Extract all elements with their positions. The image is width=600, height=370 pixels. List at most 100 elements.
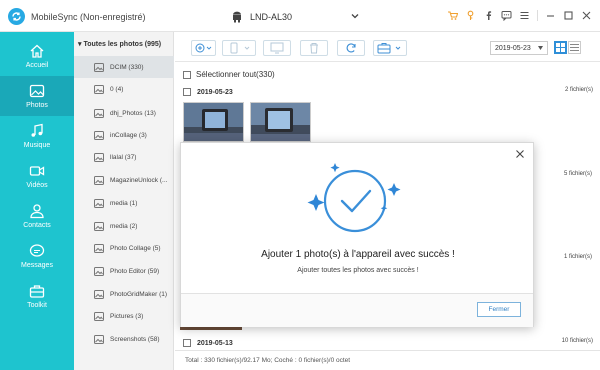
folder-item[interactable]: dhj_Photos (13) bbox=[74, 102, 174, 124]
folder-label: inCollage (3) bbox=[110, 131, 147, 139]
export-pc-button[interactable] bbox=[263, 40, 291, 56]
nav-label: Messages bbox=[21, 262, 53, 269]
nav-label: Toolkit bbox=[27, 302, 47, 309]
photo-image bbox=[184, 103, 243, 141]
delete-button[interactable] bbox=[300, 40, 328, 56]
menu-icon[interactable] bbox=[519, 10, 530, 21]
folder-label: Pictures (3) bbox=[110, 312, 144, 320]
folder-tree-header[interactable]: ▾ Toutes les photos (995) bbox=[78, 40, 161, 48]
toolbox-icon bbox=[377, 43, 401, 54]
date-group-header: 2019-05-23 2 fichier(s) bbox=[183, 86, 593, 98]
maximize-icon[interactable] bbox=[563, 10, 574, 21]
title-separator bbox=[537, 10, 538, 21]
contacts-icon bbox=[30, 204, 44, 219]
folder-item[interactable]: media (2) bbox=[74, 215, 174, 237]
app-logo-icon bbox=[8, 8, 25, 25]
folder-item[interactable]: PhotoGridMaker (1) bbox=[74, 283, 174, 305]
close-icon[interactable] bbox=[515, 149, 525, 159]
list-view-button[interactable] bbox=[568, 41, 581, 54]
folder-header-label: Toutes les photos (995) bbox=[83, 41, 162, 48]
grid-view-button[interactable] bbox=[554, 41, 567, 54]
nav-item-accueil[interactable]: Accueil bbox=[0, 36, 74, 76]
group-count: 1 fichier(s) bbox=[563, 254, 592, 260]
home-icon bbox=[30, 44, 44, 58]
folder-item[interactable]: Photo Editor (59) bbox=[74, 260, 174, 282]
photos-icon bbox=[29, 84, 45, 98]
add-icon bbox=[195, 43, 211, 53]
group-count: 5 fichier(s) bbox=[563, 171, 592, 177]
status-bar: Total : 330 fichier(s)/92.17 Mo; Coché :… bbox=[175, 350, 600, 370]
folder-item[interactable]: DCIM (330) bbox=[74, 56, 174, 78]
folder-item[interactable]: inCollage (3) bbox=[74, 124, 174, 146]
select-all-row[interactable]: Sélectionner tout(330) bbox=[183, 70, 275, 79]
group-count: 2 fichier(s) bbox=[564, 87, 593, 93]
date-group-header: 2019-05-13 10 fichier(s) bbox=[183, 337, 593, 349]
folder-label: Photo Collage (5) bbox=[110, 244, 161, 252]
photo-thumbnail[interactable] bbox=[250, 102, 311, 142]
messages-icon bbox=[29, 244, 45, 257]
close-dialog-button[interactable]: Fermer bbox=[477, 302, 521, 317]
image-icon bbox=[94, 311, 104, 321]
facebook-icon[interactable] bbox=[483, 10, 494, 21]
chat-icon[interactable] bbox=[501, 10, 512, 21]
group-count: 10 fichier(s) bbox=[561, 338, 593, 344]
key-icon[interactable] bbox=[465, 10, 476, 21]
minimize-icon[interactable] bbox=[545, 10, 556, 21]
triangle-down-icon bbox=[538, 46, 543, 50]
folder-item[interactable]: Photo Collage (5) bbox=[74, 237, 174, 259]
folder-label: media (1) bbox=[110, 199, 138, 207]
left-nav: Accueil Photos Musique Vidéos Contacts M… bbox=[0, 32, 74, 370]
photo-image bbox=[251, 103, 310, 141]
image-icon bbox=[94, 152, 104, 162]
nav-item-musique[interactable]: Musique bbox=[0, 116, 74, 156]
folder-item[interactable]: Pictures (3) bbox=[74, 305, 174, 327]
nav-item-contacts[interactable]: Contacts bbox=[0, 196, 74, 236]
list-icon bbox=[570, 44, 579, 51]
dialog-subtitle: Ajouter toutes les photos avec succès ! bbox=[297, 267, 419, 274]
folder-label: PhotoGridMaker (1) bbox=[110, 290, 168, 298]
close-icon[interactable] bbox=[581, 10, 592, 21]
image-icon bbox=[94, 175, 104, 185]
group-date: 2019-05-23 bbox=[197, 88, 233, 96]
select-all-checkbox[interactable] bbox=[183, 70, 191, 79]
folder-label: Photo Editor (59) bbox=[110, 267, 160, 275]
trash-icon bbox=[310, 43, 318, 54]
image-icon bbox=[94, 84, 104, 94]
chevron-down-icon bbox=[351, 14, 359, 19]
export-device-button[interactable] bbox=[222, 40, 256, 56]
refresh-button[interactable] bbox=[337, 40, 365, 56]
nav-item-toolkit[interactable]: Toolkit bbox=[0, 276, 74, 316]
cart-icon[interactable] bbox=[447, 10, 458, 21]
title-bar: MobileSync (Non-enregistré) LND-AL30 bbox=[0, 0, 600, 32]
date-filter-select[interactable]: 2019-05-23 bbox=[490, 41, 548, 55]
status-text: Total : 330 fichier(s)/92.17 Mo; Coché :… bbox=[185, 357, 351, 364]
image-icon bbox=[94, 289, 104, 299]
grid-icon bbox=[556, 43, 565, 52]
nav-item-messages[interactable]: Messages bbox=[0, 236, 74, 276]
toolkit-icon bbox=[29, 285, 45, 298]
add-button[interactable] bbox=[191, 40, 216, 56]
group-checkbox[interactable] bbox=[183, 88, 191, 96]
folder-item[interactable]: llalal (37) bbox=[74, 146, 174, 168]
image-icon bbox=[94, 266, 104, 276]
toolbox-button[interactable] bbox=[373, 40, 407, 56]
device-name: LND-AL30 bbox=[250, 12, 293, 22]
nav-item-videos[interactable]: Vidéos bbox=[0, 156, 74, 196]
group-checkbox[interactable] bbox=[183, 339, 191, 347]
nav-item-photos[interactable]: Photos bbox=[0, 76, 74, 116]
folder-label: DCIM (330) bbox=[110, 63, 144, 71]
folder-label: llalal (37) bbox=[110, 153, 137, 161]
device-selector[interactable]: LND-AL30 bbox=[232, 9, 360, 25]
image-icon bbox=[94, 221, 104, 231]
folder-item[interactable]: media (1) bbox=[74, 192, 174, 214]
select-all-label: Sélectionner tout(330) bbox=[196, 70, 275, 79]
folder-item[interactable]: Screenshots (58) bbox=[74, 328, 174, 350]
date-filter-value: 2019-05-23 bbox=[495, 44, 531, 52]
folder-item[interactable]: MagazineUnlock (... bbox=[74, 169, 174, 191]
nav-label: Vidéos bbox=[26, 182, 48, 189]
app-title: MobileSync (Non-enregistré) bbox=[31, 12, 146, 22]
photo-thumbnail[interactable] bbox=[183, 102, 244, 142]
folder-item[interactable]: 0 (4) bbox=[74, 78, 174, 100]
image-icon bbox=[94, 62, 104, 72]
folder-label: dhj_Photos (13) bbox=[110, 109, 156, 117]
